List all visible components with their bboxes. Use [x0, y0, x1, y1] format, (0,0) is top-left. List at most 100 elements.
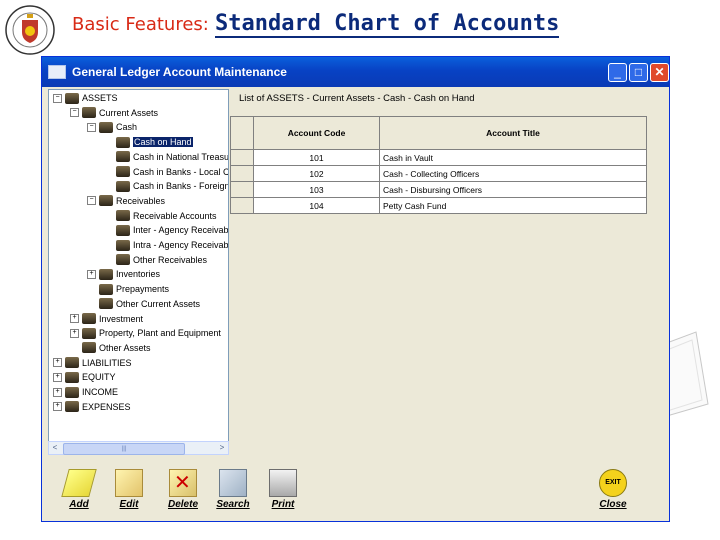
tree-item-label: LIABILITIES — [82, 357, 132, 368]
tree-item[interactable]: − Receivables — [87, 194, 165, 208]
add-button[interactable]: Add — [54, 461, 104, 513]
scroll-grip: ||| — [121, 446, 127, 452]
edit-icon — [115, 469, 143, 497]
tree-item[interactable]: + EXPENSES — [53, 400, 131, 414]
tree-item[interactable]: Cash in Banks - Foreign Currency — [104, 179, 228, 193]
add-icon — [61, 469, 97, 497]
tree-item-label: Receivables — [116, 195, 166, 206]
tree-item[interactable]: + Property, Plant and Equipment — [70, 326, 221, 340]
cell-account-code[interactable]: 101 — [253, 149, 380, 166]
window-title: General Ledger Account Maintenance — [72, 65, 287, 79]
header-account-code[interactable]: Account Code — [253, 116, 380, 150]
tree-item[interactable]: Receivable Accounts — [104, 209, 217, 223]
tree-item[interactable]: + Inventories — [87, 267, 160, 281]
expand-toggle[interactable]: + — [53, 358, 62, 368]
tree-item-label: Inter - Agency Receivables — [133, 225, 229, 236]
row-selector[interactable] — [230, 181, 254, 198]
collapse-toggle[interactable]: − — [87, 196, 96, 206]
table-row[interactable]: 101 Cash in Vault — [230, 149, 647, 166]
expand-toggle[interactable]: + — [87, 269, 96, 279]
tree-item[interactable]: + LIABILITIES — [53, 356, 132, 370]
search-icon — [219, 469, 247, 497]
tree-item[interactable]: Intra - Agency Receivables — [104, 238, 229, 252]
cell-account-title[interactable]: Cash - Disbursing Officers — [379, 181, 647, 198]
expand-toggle[interactable]: + — [70, 328, 79, 338]
scroll-left-arrow[interactable]: < — [49, 442, 61, 454]
expand-toggle[interactable]: + — [70, 314, 79, 323]
tree-item[interactable]: Other Current Assets — [87, 297, 200, 311]
table-row[interactable]: 104 Petty Cash Fund — [230, 197, 647, 214]
print-button[interactable]: Print — [258, 461, 308, 513]
tree-item-label: Cash in Banks - Local Currency — [133, 166, 229, 177]
tree-item[interactable]: − Cash — [87, 120, 137, 134]
tree-item[interactable]: Cash on Hand — [104, 135, 193, 149]
delete-icon — [169, 469, 197, 497]
window-titlebar[interactable]: General Ledger Account Maintenance _ □ ✕ — [42, 57, 669, 87]
minimize-button[interactable]: _ — [608, 63, 627, 82]
row-selector[interactable] — [230, 197, 254, 214]
cell-account-code[interactable]: 103 — [253, 181, 380, 198]
tree-item[interactable]: Other Receivables — [104, 253, 207, 267]
tree-item-label: Intra - Agency Receivables — [133, 240, 229, 250]
folder-icon — [99, 268, 113, 280]
cell-account-code[interactable]: 102 — [253, 165, 380, 182]
collapse-toggle[interactable]: − — [70, 108, 79, 118]
print-label: Print — [271, 499, 295, 510]
cell-account-title[interactable]: Cash - Collecting Officers — [379, 165, 647, 182]
folder-icon — [116, 239, 130, 251]
tree-item[interactable]: + Investment — [70, 312, 143, 326]
collapse-toggle[interactable]: − — [53, 93, 62, 103]
delete-label: Delete — [167, 499, 198, 510]
expand-toggle[interactable]: + — [53, 387, 62, 397]
search-button[interactable]: Search — [208, 461, 258, 513]
tree-item[interactable]: − ASSETS — [53, 91, 118, 105]
collapse-toggle[interactable]: − — [87, 122, 96, 132]
table-row[interactable]: 102 Cash - Collecting Officers — [230, 165, 647, 182]
tree-item[interactable]: Cash in Banks - Local Currency — [104, 165, 229, 179]
scroll-right-arrow[interactable]: > — [216, 442, 228, 454]
folder-icon — [65, 357, 79, 369]
maximize-button[interactable]: □ — [629, 63, 648, 82]
folder-icon — [116, 224, 130, 236]
folder-icon — [99, 195, 113, 207]
tree-item[interactable]: Other Assets — [70, 341, 151, 355]
folder-icon — [65, 386, 79, 398]
tree-item-label: Prepayments — [116, 284, 170, 295]
scroll-thumb[interactable]: ||| — [63, 443, 185, 455]
search-label: Search — [216, 499, 250, 510]
edit-button[interactable]: Edit — [104, 461, 154, 513]
tree-item[interactable]: + INCOME — [53, 385, 118, 399]
header-account-title[interactable]: Account Title — [379, 116, 647, 150]
expand-toggle[interactable]: + — [53, 402, 62, 412]
account-list-panel: List of ASSETS - Current Assets - Cash -… — [230, 89, 665, 455]
expand-toggle[interactable]: + — [53, 372, 62, 382]
folder-icon — [116, 210, 130, 222]
tree-item[interactable]: − Current Assets — [70, 106, 158, 120]
tree-item[interactable]: Cash in National Treasury — [104, 150, 228, 164]
row-selector[interactable] — [230, 149, 254, 166]
row-selector[interactable] — [230, 165, 254, 182]
cell-account-code[interactable]: 104 — [253, 197, 380, 214]
tree-item[interactable]: + EQUITY — [53, 370, 116, 384]
cell-account-title[interactable]: Cash in Vault — [379, 149, 647, 166]
tree-item-label: ASSETS — [82, 93, 118, 103]
account-tree[interactable]: − ASSETS − Current Assets − Cash Cash on Hand C… — [48, 89, 229, 455]
delete-button[interactable]: Delete — [158, 461, 208, 513]
tree-horizontal-scrollbar[interactable]: < ||| > — [48, 441, 229, 455]
account-grid: Account Code Account Title 101 Cash in Va… — [230, 116, 647, 214]
tree-item[interactable]: Inter - Agency Receivables — [104, 223, 229, 237]
tree-item-label: EXPENSES — [82, 401, 131, 412]
tree-item-label: Current Assets — [99, 107, 159, 118]
close-window-button[interactable]: ✕ — [650, 63, 669, 82]
tree-item[interactable]: Prepayments — [87, 282, 169, 296]
folder-icon — [116, 151, 130, 163]
tree-item-label: Other Receivables — [133, 254, 208, 265]
tree-item-label: Cash on Hand — [133, 137, 193, 148]
cell-account-title[interactable]: Petty Cash Fund — [379, 197, 647, 214]
folder-icon — [65, 92, 79, 104]
folder-icon — [82, 107, 96, 119]
folder-icon — [65, 401, 79, 413]
add-label: Add — [69, 499, 89, 510]
close-button[interactable]: EXIT Close — [588, 461, 638, 513]
table-row[interactable]: 103 Cash - Disbursing Officers — [230, 181, 647, 198]
